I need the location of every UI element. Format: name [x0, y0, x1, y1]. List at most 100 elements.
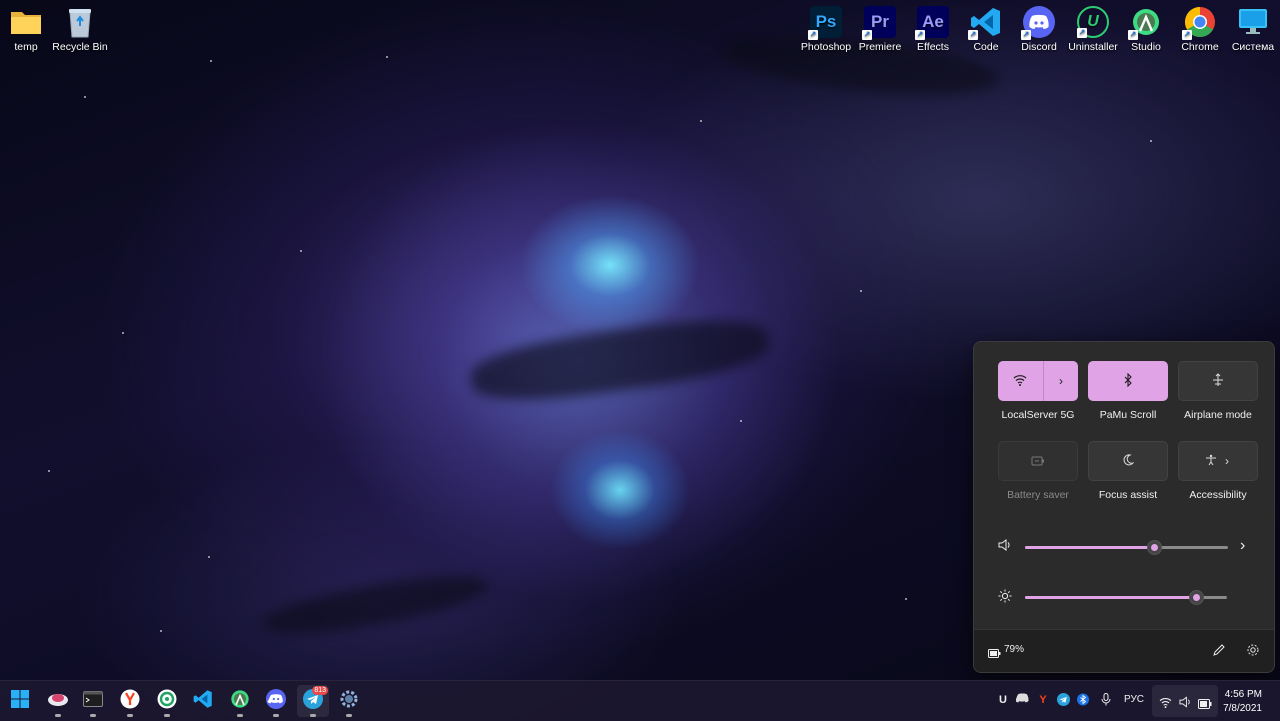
- running-indicator: [55, 714, 61, 717]
- taskbar-telegram[interactable]: 813: [297, 685, 329, 717]
- chevron-right-icon[interactable]: ›: [1240, 537, 1245, 555]
- brightness-slider-thumb[interactable]: [1189, 590, 1205, 605]
- taskbar-android-studio[interactable]: [224, 685, 256, 717]
- desktop-icon-after-effects[interactable]: Ae ↗ Effects: [903, 6, 963, 53]
- vscode-icon: ↗: [968, 6, 1002, 40]
- speaker-icon: [1179, 695, 1192, 713]
- bluetooth-icon: [1123, 372, 1133, 390]
- running-indicator: [127, 714, 133, 717]
- airplane-icon: [1211, 372, 1225, 390]
- taskbar: 813 U Y РУС 4:56 PM 7/8/2021: [0, 680, 1280, 721]
- shortcut-arrow-icon: ↗: [1021, 30, 1031, 40]
- system-clock[interactable]: 4:56 PM 7/8/2021: [1223, 688, 1262, 716]
- bluetooth-tray-icon[interactable]: [1076, 693, 1090, 707]
- desktop-icon-label: Photoshop: [800, 41, 852, 53]
- brightness-slider-row: [998, 587, 1248, 607]
- desktop-icon-label: Recycle Bin: [52, 41, 108, 53]
- accessibility-tile[interactable]: ›: [1178, 441, 1258, 481]
- taskbar-app-4[interactable]: [151, 685, 183, 717]
- airplane-mode-tile[interactable]: [1178, 361, 1258, 401]
- taskbar-app-1[interactable]: [42, 685, 74, 717]
- sun-icon: [998, 589, 1014, 605]
- photoshop-icon: Ps ↗: [808, 6, 842, 40]
- chevron-right-icon[interactable]: ›: [1225, 454, 1229, 468]
- battery-saver-tile[interactable]: [998, 441, 1078, 481]
- battery-saver-icon: [1031, 454, 1045, 469]
- green-app-icon: [157, 689, 177, 714]
- accessibility-label: Accessibility: [1189, 489, 1247, 501]
- desktop-icon-android-studio[interactable]: ↗ Studio: [1116, 6, 1176, 53]
- volume-slider[interactable]: [1025, 540, 1228, 555]
- discord-tray-icon[interactable]: [1014, 693, 1029, 707]
- settings-gear-icon[interactable]: [1246, 643, 1260, 662]
- volume-slider-row: ›: [998, 537, 1248, 557]
- taskbar-vscode[interactable]: [187, 685, 219, 717]
- wifi-icon: [1159, 695, 1172, 713]
- monitor-icon: [1237, 6, 1269, 38]
- battery-saver-label: Battery saver: [1007, 489, 1069, 501]
- desktop-icon-system[interactable]: Система: [1223, 6, 1280, 53]
- focus-assist-label: Focus assist: [1098, 489, 1158, 501]
- focus-assist-tile[interactable]: [1088, 441, 1168, 481]
- gear-icon: [339, 689, 359, 714]
- taskbar-discord[interactable]: [260, 685, 292, 717]
- taskbar-settings[interactable]: [333, 685, 365, 717]
- running-indicator: [346, 714, 352, 717]
- discord-icon: [266, 688, 286, 714]
- shortcut-arrow-icon: ↗: [968, 30, 978, 40]
- moon-icon: [1122, 453, 1135, 469]
- android-studio-icon: ↗: [1128, 6, 1162, 40]
- bluetooth-tile[interactable]: [1088, 361, 1168, 401]
- desktop-icon-discord[interactable]: ↗ Discord: [1009, 6, 1069, 53]
- uninstaller-icon: U ↗: [1077, 6, 1109, 38]
- cloud-app-icon: [47, 690, 69, 713]
- desktop-icon-vscode[interactable]: ↗ Code: [956, 6, 1016, 53]
- shortcut-arrow-icon: ↗: [915, 30, 925, 40]
- running-indicator: [164, 714, 170, 717]
- taskbar-terminal[interactable]: [77, 685, 109, 717]
- shortcut-arrow-icon: ↗: [1128, 30, 1138, 40]
- uninstaller-tray-icon[interactable]: U: [996, 693, 1010, 707]
- terminal-icon: [83, 690, 103, 712]
- brightness-slider-fill: [1025, 596, 1197, 599]
- battery-icon: [988, 645, 1001, 663]
- desktop-icon-label: Система: [1231, 41, 1275, 53]
- desktop-icon-label: Chrome: [1181, 41, 1219, 53]
- telegram-tray-icon[interactable]: [1056, 693, 1070, 707]
- start-button[interactable]: [4, 685, 36, 717]
- quick-settings-footer: 79%: [974, 629, 1274, 672]
- chrome-icon: ↗: [1182, 6, 1216, 40]
- recycle-bin-icon: [64, 6, 96, 38]
- volume-slider-fill: [1025, 546, 1155, 549]
- edit-pencil-icon[interactable]: [1212, 643, 1226, 662]
- discord-icon: ↗: [1021, 6, 1055, 40]
- taskbar-yandex[interactable]: [114, 685, 146, 717]
- desktop-icon-uninstaller[interactable]: U ↗ Uninstaller: [1063, 6, 1123, 53]
- vscode-icon: [193, 689, 213, 714]
- chevron-right-icon[interactable]: ›: [1059, 374, 1063, 388]
- language-indicator[interactable]: РУС: [1124, 694, 1144, 705]
- clock-date: 7/8/2021: [1223, 703, 1262, 714]
- wifi-tile[interactable]: ›: [998, 361, 1078, 401]
- android-studio-icon: [230, 689, 250, 714]
- unread-badge: 813: [312, 686, 328, 695]
- desktop-icon-chrome[interactable]: ↗ Chrome: [1170, 6, 1230, 53]
- speaker-icon[interactable]: [998, 539, 1014, 555]
- desktop-icon-label: Premiere: [858, 41, 902, 53]
- volume-slider-thumb[interactable]: [1147, 540, 1163, 555]
- running-indicator: [273, 714, 279, 717]
- desktop-icon-premiere[interactable]: Pr ↗ Premiere: [850, 6, 910, 53]
- running-indicator: [237, 714, 243, 717]
- desktop-icon-temp[interactable]: temp: [0, 6, 56, 53]
- microphone-icon[interactable]: [1099, 693, 1113, 707]
- shortcut-arrow-icon: ↗: [1182, 30, 1192, 40]
- desktop-icon-photoshop[interactable]: Ps ↗ Photoshop: [796, 6, 856, 53]
- airplane-mode-label: Airplane mode: [1184, 409, 1252, 421]
- after-effects-icon: Ae ↗: [915, 6, 949, 40]
- yandex-tray-icon[interactable]: Y: [1036, 693, 1050, 707]
- battery-percentage[interactable]: 79%: [1004, 644, 1024, 655]
- desktop-icon-recycle-bin[interactable]: Recycle Bin: [50, 6, 110, 53]
- tile-divider: [1042, 361, 1044, 401]
- brightness-slider[interactable]: [1025, 590, 1227, 605]
- quick-settings-button[interactable]: [1152, 685, 1218, 717]
